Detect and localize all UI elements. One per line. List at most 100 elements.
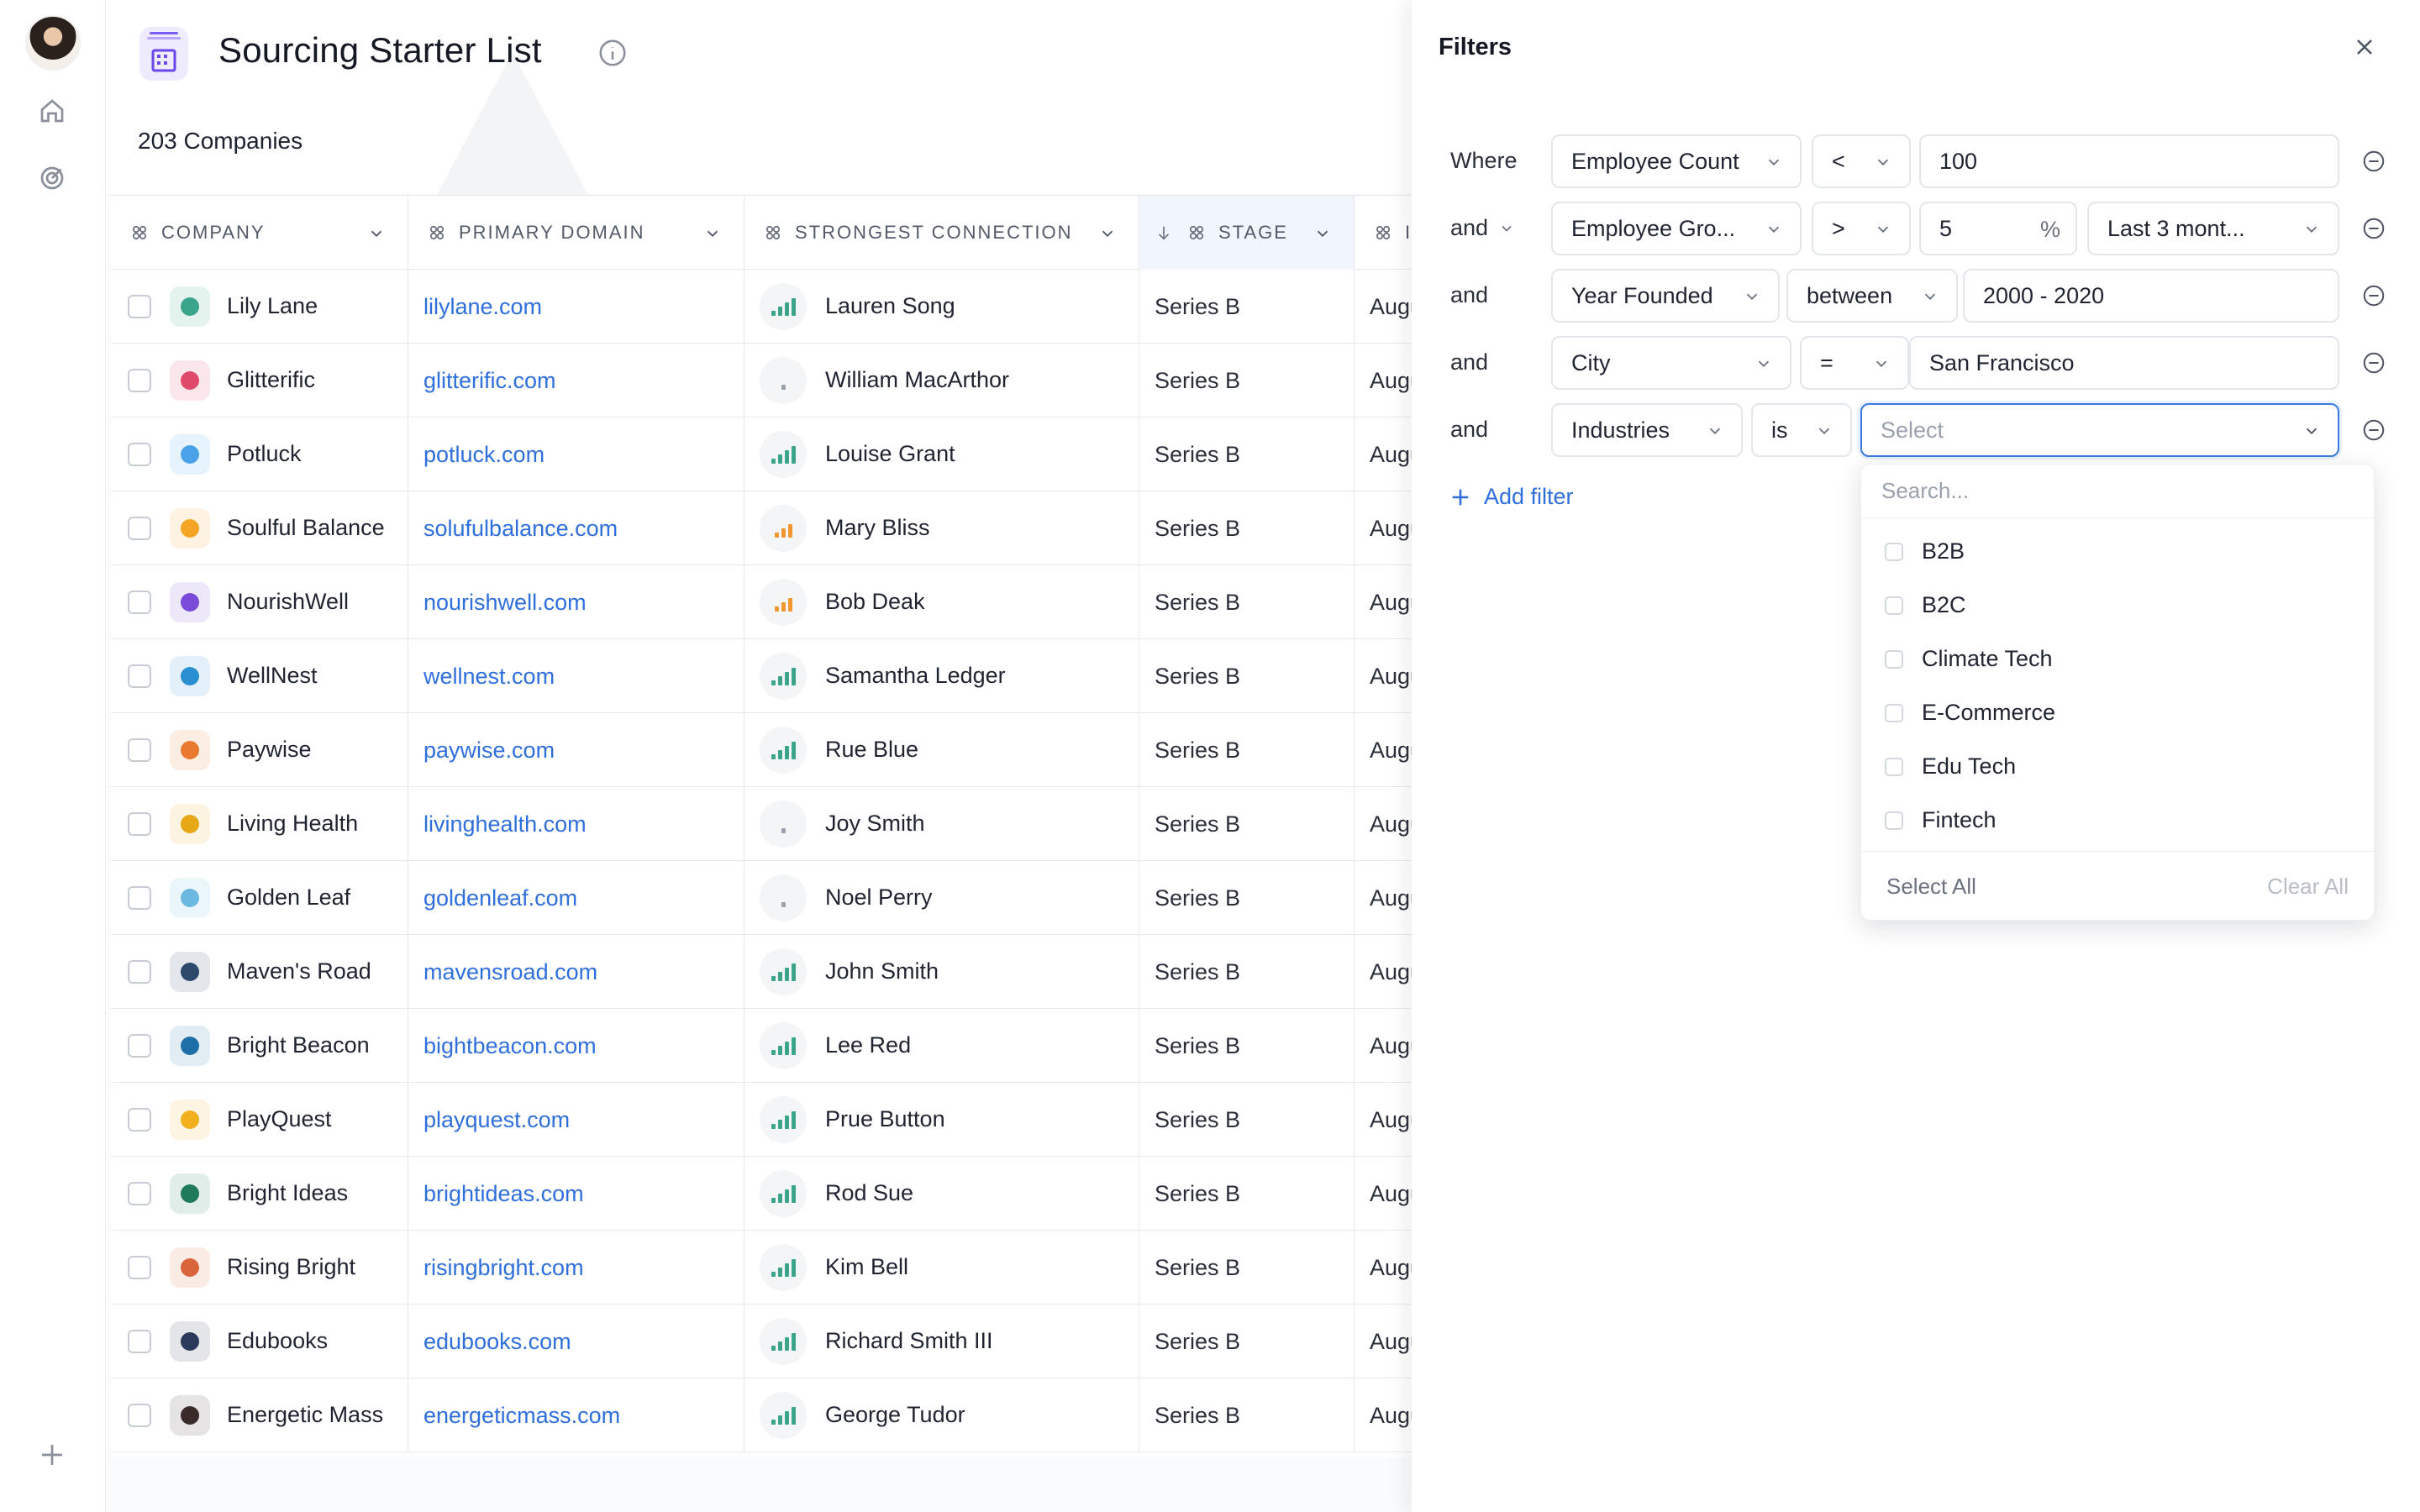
row-checkbox[interactable] — [128, 443, 151, 466]
connection-cell[interactable]: Kim Bell — [744, 1231, 1139, 1305]
table-row[interactable]: Soulful Balance solufulbalance.com Mary … — [111, 491, 1412, 565]
connection-cell[interactable]: Prue Button — [744, 1083, 1139, 1157]
option-edu-tech[interactable]: Edu Tech — [1885, 753, 2016, 780]
company-cell[interactable]: Bright Ideas — [111, 1157, 408, 1231]
option-e-commerce[interactable]: E-Commerce — [1885, 700, 2055, 726]
connection-cell[interactable]: Rod Sue — [744, 1157, 1139, 1231]
company-cell[interactable]: Rising Bright — [111, 1231, 408, 1305]
checkbox[interactable] — [1885, 542, 1903, 561]
table-row[interactable]: Rising Bright risingbright.com Kim Bell … — [111, 1231, 1412, 1305]
remove-filter-icon[interactable] — [2361, 216, 2386, 241]
table-row[interactable]: Potluck potluck.com Louise Grant Series … — [111, 417, 1412, 491]
table-row[interactable]: Bright Beacon bightbeacon.com Lee Red Se… — [111, 1009, 1412, 1083]
checkbox[interactable] — [1885, 596, 1903, 615]
connection-cell[interactable]: Joy Smith — [744, 787, 1139, 861]
connection-cell[interactable]: Lee Red — [744, 1009, 1139, 1083]
table-row[interactable]: Bright Ideas brightideas.com Rod Sue Ser… — [111, 1157, 1412, 1231]
domain-link[interactable]: mavensroad.com — [408, 959, 597, 985]
company-cell[interactable]: NourishWell — [111, 565, 408, 639]
company-cell[interactable]: Paywise — [111, 713, 408, 787]
chevron-down-icon[interactable] — [703, 224, 722, 243]
column-header-stage[interactable]: STAGE — [1139, 196, 1355, 270]
column-header-next[interactable]: I — [1355, 196, 1412, 270]
close-icon[interactable] — [2351, 34, 2378, 60]
row-checkbox[interactable] — [128, 886, 151, 910]
table-row[interactable]: NourishWell nourishwell.com Bob Deak Ser… — [111, 565, 1412, 639]
filter-value-input[interactable]: 5 % — [1919, 202, 2077, 255]
add-filter-button[interactable]: Add filter — [1449, 484, 1574, 510]
remove-filter-icon[interactable] — [2361, 283, 2386, 308]
domain-link[interactable]: potluck.com — [408, 442, 544, 468]
domain-link[interactable]: bightbeacon.com — [408, 1033, 597, 1059]
option-b2b[interactable]: B2B — [1885, 538, 1965, 564]
table-row[interactable]: Lily Lane lilylane.com Lauren Song Serie… — [111, 270, 1412, 344]
row-checkbox[interactable] — [128, 664, 151, 688]
domain-link[interactable]: edubooks.com — [408, 1329, 571, 1355]
filter-field-select[interactable]: Year Founded — [1551, 269, 1780, 323]
connection-cell[interactable]: George Tudor — [744, 1378, 1139, 1452]
chevron-down-icon[interactable] — [367, 224, 386, 243]
checkbox[interactable] — [1885, 649, 1903, 669]
dropdown-search-input[interactable]: Search... — [1861, 465, 2374, 518]
table-row[interactable]: WellNest wellnest.com Samantha Ledger Se… — [111, 639, 1412, 713]
filter-value-input[interactable]: 2000 - 2020 — [1963, 269, 2339, 323]
domain-link[interactable]: livinghealth.com — [408, 811, 587, 837]
row-checkbox[interactable] — [128, 1404, 151, 1427]
remove-filter-icon[interactable] — [2361, 350, 2386, 375]
connection-cell[interactable]: Louise Grant — [744, 417, 1139, 491]
table-row[interactable]: Living Health livinghealth.com Joy Smith… — [111, 787, 1412, 861]
connection-cell[interactable]: John Smith — [744, 935, 1139, 1009]
activity-icon[interactable] — [37, 163, 67, 193]
table-row[interactable]: Paywise paywise.com Rue Blue Series B Au… — [111, 713, 1412, 787]
domain-link[interactable]: nourishwell.com — [408, 590, 587, 616]
domain-link[interactable]: risingbright.com — [408, 1255, 584, 1281]
filter-value-input[interactable]: San Francisco — [1909, 336, 2339, 390]
row-checkbox[interactable] — [128, 1330, 151, 1353]
connection-cell[interactable]: William MacArthor — [744, 344, 1139, 417]
plus-icon[interactable] — [37, 1440, 67, 1470]
row-checkbox[interactable] — [128, 812, 151, 836]
domain-link[interactable]: paywise.com — [408, 738, 555, 764]
checkbox[interactable] — [1885, 811, 1903, 830]
sort-down-icon[interactable] — [1155, 223, 1173, 242]
row-checkbox[interactable] — [128, 1108, 151, 1131]
company-cell[interactable]: Maven's Road — [111, 935, 408, 1009]
filter-operator-select[interactable]: > — [1812, 202, 1911, 255]
column-header-connection[interactable]: STRONGEST CONNECTION — [744, 196, 1139, 270]
table-row[interactable]: PlayQuest playquest.com Prue Button Seri… — [111, 1083, 1412, 1157]
row-checkbox[interactable] — [128, 1034, 151, 1058]
filter-operator-select[interactable]: between — [1786, 269, 1958, 323]
company-cell[interactable]: Potluck — [111, 417, 408, 491]
filter-field-select[interactable]: Employee Gro... — [1551, 202, 1802, 255]
filter-operator-select[interactable]: is — [1751, 403, 1852, 457]
domain-link[interactable]: energeticmass.com — [408, 1403, 620, 1429]
row-checkbox[interactable] — [128, 517, 151, 540]
industries-select[interactable]: Select — [1860, 403, 2339, 457]
remove-filter-icon[interactable] — [2361, 149, 2386, 174]
domain-link[interactable]: solufulbalance.com — [408, 516, 618, 542]
filter-field-select[interactable]: Employee Count — [1551, 134, 1802, 188]
domain-link[interactable]: lilylane.com — [408, 294, 542, 320]
column-header-company[interactable]: COMPANY — [111, 196, 408, 270]
domain-link[interactable]: brightideas.com — [408, 1181, 584, 1207]
table-row[interactable]: Maven's Road mavensroad.com John Smith S… — [111, 935, 1412, 1009]
filter-period-select[interactable]: Last 3 mont... — [2087, 202, 2339, 255]
table-row[interactable]: Golden Leaf goldenleaf.com Noel Perry Se… — [111, 861, 1412, 935]
company-cell[interactable]: WellNest — [111, 639, 408, 713]
filter-field-select[interactable]: City — [1551, 336, 1791, 390]
domain-link[interactable]: wellnest.com — [408, 664, 555, 690]
clear-all-button[interactable]: Clear All — [2267, 874, 2349, 900]
user-avatar[interactable] — [25, 15, 81, 71]
domain-link[interactable]: playquest.com — [408, 1107, 570, 1133]
connection-cell[interactable]: Noel Perry — [744, 861, 1139, 935]
domain-link[interactable]: glitterific.com — [408, 368, 556, 394]
row-checkbox[interactable] — [128, 591, 151, 614]
chevron-down-icon[interactable] — [1098, 224, 1117, 243]
row-checkbox[interactable] — [128, 738, 151, 762]
company-cell[interactable]: Lily Lane — [111, 270, 408, 344]
connection-cell[interactable]: Mary Bliss — [744, 491, 1139, 565]
info-icon[interactable] — [597, 37, 629, 69]
option-fintech[interactable]: Fintech — [1885, 807, 1996, 833]
connection-cell[interactable]: Richard Smith III — [744, 1305, 1139, 1378]
connection-cell[interactable]: Rue Blue — [744, 713, 1139, 787]
